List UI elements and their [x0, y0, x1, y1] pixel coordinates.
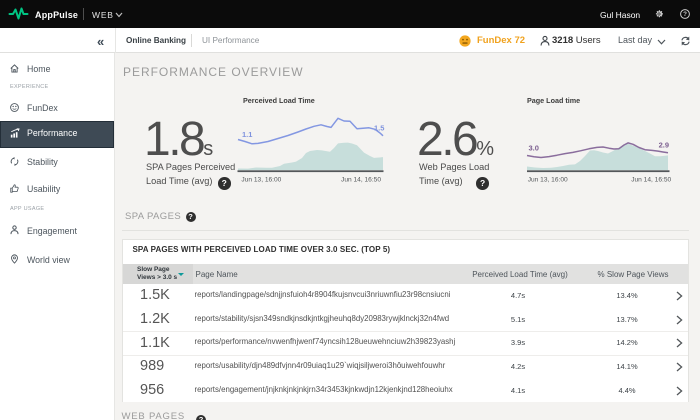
svg-text:3.0: 3.0	[529, 144, 539, 153]
svg-text:Jun 13, 16:00: Jun 13, 16:00	[241, 177, 281, 184]
svg-text:Jun 14, 16:50: Jun 14, 16:50	[341, 177, 381, 184]
svg-text:?: ?	[683, 11, 687, 18]
svg-text:Jun 14, 16:50: Jun 14, 16:50	[631, 177, 671, 184]
svg-text:1.1: 1.1	[242, 130, 252, 139]
svg-text:1.5: 1.5	[374, 123, 384, 132]
svg-text:2.9: 2.9	[659, 141, 669, 150]
svg-text:Jun 13, 16:00: Jun 13, 16:00	[528, 177, 568, 184]
